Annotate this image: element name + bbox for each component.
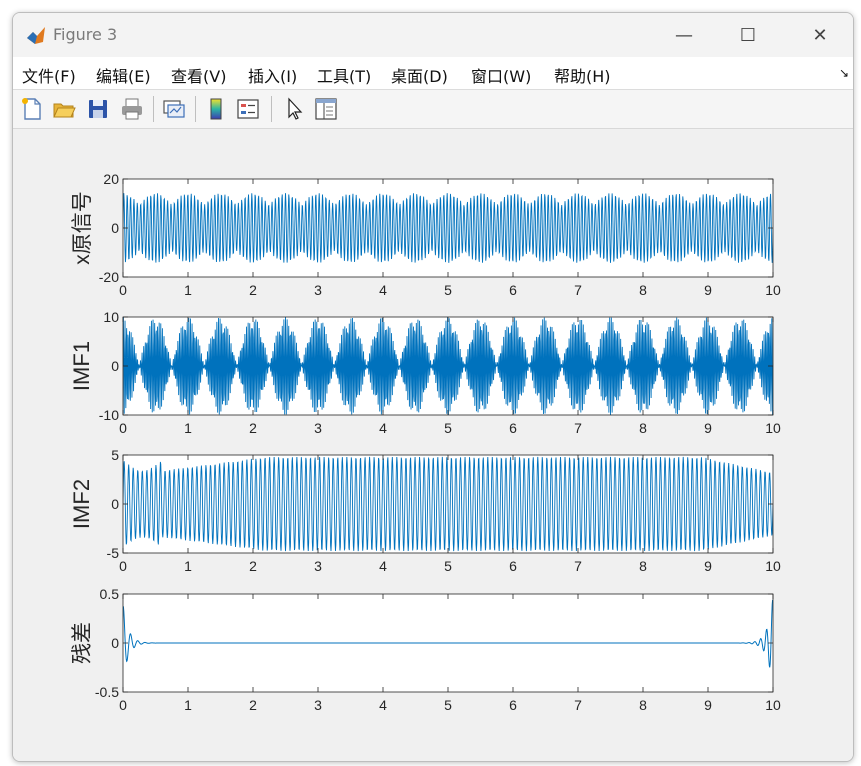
x-tick-label: 6 (509, 558, 517, 574)
x-tick-label: 8 (639, 282, 647, 298)
y-tick-label: 0 (111, 358, 119, 374)
x-tick-label: 7 (574, 420, 582, 436)
y-tick-label: -10 (99, 407, 119, 423)
x-tick-label: 10 (765, 420, 781, 436)
x-tick-label: 10 (765, 697, 781, 713)
x-tick-label: 10 (765, 558, 781, 574)
x-tick-label: 2 (249, 420, 257, 436)
title-bar[interactable]: Figure 3 — ☐ ✕ (13, 13, 853, 57)
menu-edit[interactable]: 编辑(E) (96, 63, 151, 87)
x-tick-label: 6 (509, 420, 517, 436)
new-figure-icon[interactable] (19, 96, 45, 122)
subplots-svg: 0 1 2 3 4 5 6 7 8 9 10200-20x原信号0 1 2 3 4 5 6 7 8 9 10100-10… (69, 171, 781, 713)
x-tick-label: 2 (249, 697, 257, 713)
x-tick-label: 7 (574, 697, 582, 713)
figure-canvas: 0 1 2 3 4 5 6 7 8 9 10 20 0 -20 x原信号 0 1 2 3 4 5 6 7 8 9 10 10 0 -10… (13, 129, 853, 761)
legend-icon[interactable] (235, 96, 261, 122)
x-tick-label: 9 (704, 697, 712, 713)
x-tick-label: 0 (119, 697, 127, 713)
x-tick-label: 4 (379, 697, 387, 713)
x-tick-label: 7 (574, 282, 582, 298)
figure-window: Figure 3 — ☐ ✕ 文件(F) 编辑(E) 查看(V) 插入(I) 工… (12, 12, 854, 762)
x-tick-label: 0 (119, 420, 127, 436)
subplot-3[interactable]: 0 1 2 3 4 5 6 7 8 9 1050-5IMF2 (69, 447, 781, 574)
y-tick-label: 5 (111, 447, 119, 463)
menu-desktop[interactable]: 桌面(D) (391, 63, 448, 87)
x-tick-label: 4 (379, 420, 387, 436)
toolbar-separator (195, 96, 196, 122)
matlab-icon (25, 24, 47, 46)
x-tick-label: 3 (314, 282, 322, 298)
y-tick-label: -0.5 (95, 684, 119, 700)
x-tick-label: 2 (249, 558, 257, 574)
toolbar (13, 90, 853, 129)
x-tick-label: 3 (314, 420, 322, 436)
menu-help[interactable]: 帮助(H) (554, 63, 611, 87)
print-icon[interactable] (119, 96, 145, 122)
property-editor-icon[interactable] (313, 96, 339, 122)
y-tick-label: -5 (107, 545, 120, 561)
link-plot-icon[interactable] (161, 96, 187, 122)
x-tick-label: 0 (119, 558, 127, 574)
x-tick-label: 3 (314, 697, 322, 713)
x-tick-label: 1 (184, 282, 192, 298)
x-tick-label: 0 (119, 282, 127, 298)
window-title: Figure 3 (53, 25, 118, 44)
toolbar-separator (271, 96, 272, 122)
x-tick-label: 8 (639, 697, 647, 713)
series-line (123, 317, 773, 415)
x-tick-label: 5 (444, 420, 452, 436)
y-tick-label: 10 (103, 309, 119, 325)
close-button[interactable]: ✕ (797, 21, 843, 49)
x-tick-label: 8 (639, 558, 647, 574)
x-tick-label: 5 (444, 558, 452, 574)
x-tick-label: 9 (704, 282, 712, 298)
x-tick-label: 9 (704, 558, 712, 574)
y-tick-label: -20 (99, 269, 119, 285)
x-tick-label: 6 (509, 697, 517, 713)
x-tick-label: 3 (314, 558, 322, 574)
colorbar-icon[interactable] (203, 96, 229, 122)
y-tick-label: 0.5 (100, 586, 120, 602)
dock-arrow-icon[interactable]: ↘ (839, 66, 849, 80)
open-file-icon[interactable] (51, 96, 77, 122)
y-axis-label: IMF2 (69, 479, 94, 529)
x-tick-label: 9 (704, 420, 712, 436)
y-axis-label: IMF1 (69, 341, 94, 391)
pointer-icon[interactable] (281, 96, 307, 122)
y-tick-label: 20 (103, 171, 119, 187)
x-tick-label: 10 (765, 282, 781, 298)
x-tick-label: 5 (444, 282, 452, 298)
x-tick-label: 2 (249, 282, 257, 298)
x-tick-label: 7 (574, 558, 582, 574)
subplot-2[interactable]: 0 1 2 3 4 5 6 7 8 9 10100-10IMF1 (69, 309, 781, 436)
y-axis-label: x原信号 (71, 191, 94, 265)
x-tick-label: 5 (444, 697, 452, 713)
subplot-4[interactable]: 0 1 2 3 4 5 6 7 8 9 100.50-0.5残差 (71, 586, 781, 713)
x-tick-label: 4 (379, 282, 387, 298)
y-axis-label: 残差 (71, 622, 94, 664)
menu-file[interactable]: 文件(F) (22, 63, 76, 87)
menu-bar: 文件(F) 编辑(E) 查看(V) 插入(I) 工具(T) 桌面(D) 窗口(W… (13, 57, 853, 90)
menu-view[interactable]: 查看(V) (171, 63, 226, 87)
y-tick-label: 0 (111, 635, 119, 651)
maximize-button[interactable]: ☐ (725, 21, 771, 49)
minimize-button[interactable]: — (661, 21, 707, 49)
y-tick-label: 0 (111, 220, 119, 236)
save-icon[interactable] (85, 96, 111, 122)
toolbar-separator (153, 96, 154, 122)
x-tick-label: 8 (639, 420, 647, 436)
x-tick-label: 1 (184, 558, 192, 574)
x-tick-label: 4 (379, 558, 387, 574)
x-tick-label: 1 (184, 420, 192, 436)
x-tick-label: 1 (184, 697, 192, 713)
x-tick-label: 6 (509, 282, 517, 298)
menu-window[interactable]: 窗口(W) (471, 63, 531, 87)
menu-insert[interactable]: 插入(I) (248, 63, 297, 87)
menu-tools[interactable]: 工具(T) (317, 63, 371, 87)
subplot-1[interactable]: 0 1 2 3 4 5 6 7 8 9 10200-20x原信号 (71, 171, 781, 298)
y-tick-label: 0 (111, 496, 119, 512)
